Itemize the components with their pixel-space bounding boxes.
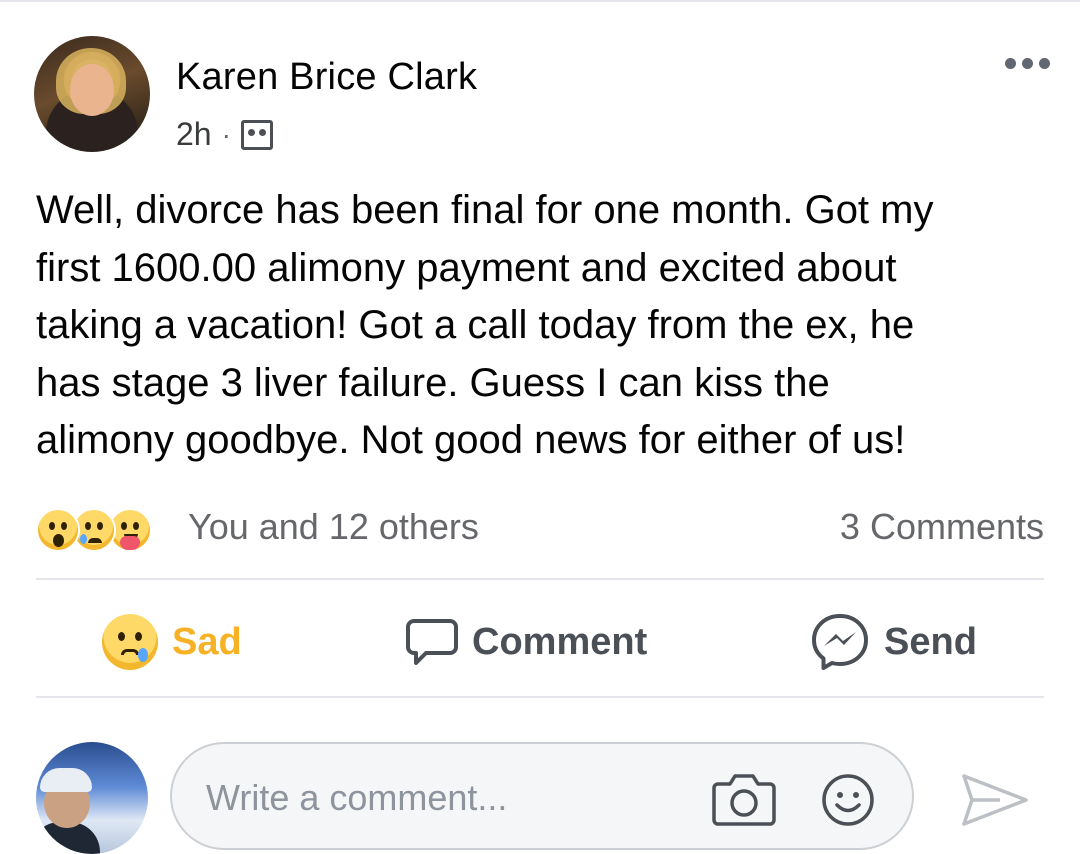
- more-options-icon[interactable]: [1005, 58, 1050, 69]
- friends-icon[interactable]: [240, 119, 273, 150]
- sad-face-icon: [102, 614, 158, 670]
- author-avatar[interactable]: [34, 36, 150, 152]
- divider-top: [36, 578, 1044, 580]
- comment-button[interactable]: Comment: [406, 590, 647, 694]
- meta-separator: ·: [221, 118, 231, 150]
- comment-composer: [36, 736, 1046, 854]
- wow-reaction-icon: [36, 508, 80, 552]
- camera-icon[interactable]: [712, 772, 776, 826]
- comment-label: Comment: [472, 620, 648, 663]
- messenger-icon: [812, 614, 868, 670]
- user-avatar[interactable]: [36, 742, 148, 854]
- send-label: Send: [884, 620, 977, 663]
- emoji-icon[interactable]: [820, 772, 876, 828]
- comment-bubble-icon: [406, 619, 458, 665]
- post-meta: 2h ·: [176, 116, 273, 153]
- post-timestamp[interactable]: 2h: [176, 116, 212, 153]
- send-button[interactable]: Send: [810, 590, 977, 694]
- post-header: Karen Brice Clark 2h ·: [34, 36, 1054, 156]
- send-comment-icon[interactable]: [960, 770, 1030, 830]
- comment-input-container[interactable]: [170, 742, 914, 850]
- divider-bottom: [36, 696, 1044, 698]
- sad-label: Sad: [172, 620, 242, 663]
- action-bar: Sad Comment Send: [36, 590, 1044, 694]
- comments-count[interactable]: 3 Comments: [840, 506, 1044, 548]
- post-body: Well, divorce has been final for one mon…: [36, 188, 934, 462]
- top-divider: [0, 0, 1080, 2]
- reactors-text[interactable]: You and 12 others: [188, 506, 479, 548]
- author-name[interactable]: Karen Brice Clark: [176, 56, 477, 99]
- reactions-summary[interactable]: You and 12 others 3 Comments: [36, 502, 1044, 554]
- comment-input[interactable]: [204, 772, 688, 824]
- sad-reaction-button[interactable]: Sad: [102, 590, 242, 694]
